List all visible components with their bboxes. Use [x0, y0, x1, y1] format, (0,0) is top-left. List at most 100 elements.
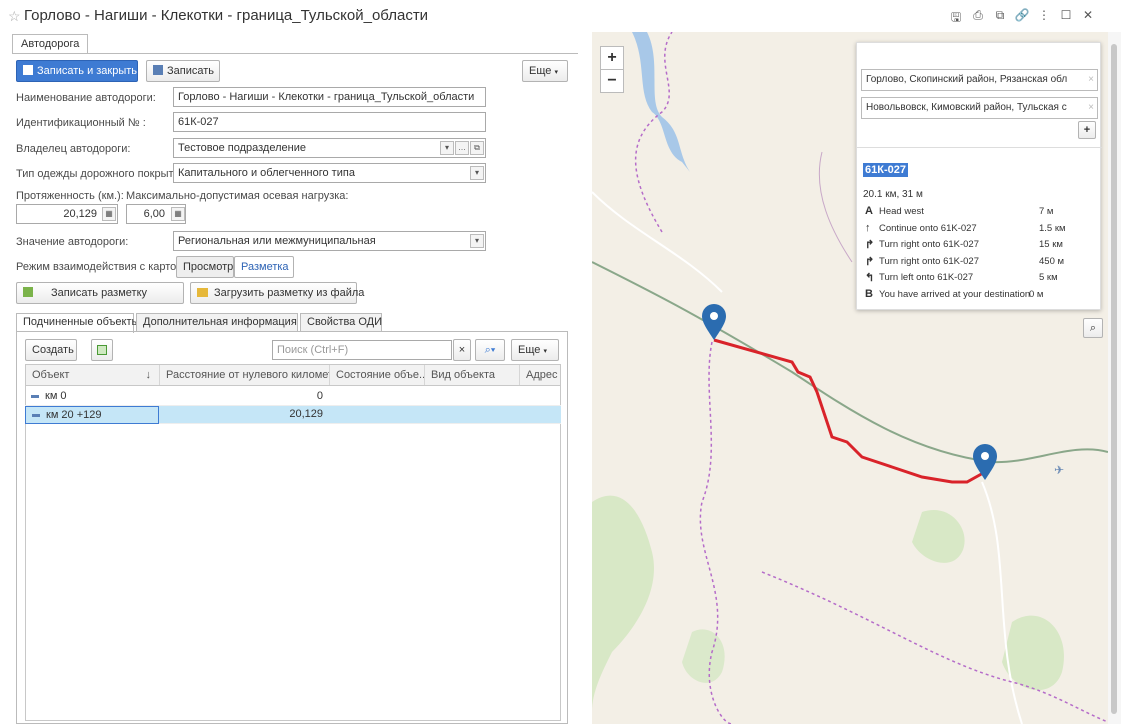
end-marker [973, 444, 997, 480]
col-distance[interactable]: Расстояние от нулевого километра [160, 365, 330, 385]
forest-area [682, 629, 725, 683]
turn-right-icon: ↱ [865, 239, 875, 251]
row-distance: 20,129 [289, 408, 323, 420]
route-step[interactable]: ↱ Turn right onto 61K-027 15 км [865, 238, 1097, 255]
tab-road[interactable]: Автодорога [12, 34, 89, 54]
mode-markup-button[interactable]: Разметка [234, 256, 294, 278]
scrollbar[interactable] [1108, 32, 1121, 724]
col-object-label: Объект [32, 369, 70, 381]
id-label: Идентификационный № : [16, 117, 146, 129]
scrollbar-thumb[interactable] [1111, 44, 1117, 714]
search-icon: ⌕ [1089, 322, 1097, 334]
table-row-selected[interactable]: км 20 +129 20,129 [25, 406, 561, 424]
owner-open-icon[interactable]: ⧉ [470, 141, 484, 155]
forest-area [912, 510, 965, 563]
tab-additional-info[interactable]: Дополнительная информация [136, 313, 298, 332]
save-label: Записать [167, 65, 215, 77]
save-markup-button[interactable]: Записать разметку [16, 282, 184, 304]
tab-odi-properties[interactable]: Свойства ОДИ [300, 313, 382, 332]
road-line [981, 481, 1023, 724]
close-icon[interactable]: × [1088, 70, 1094, 90]
link-icon[interactable]: 🔗 [1014, 8, 1030, 22]
print-icon[interactable]: ⎙ [970, 8, 986, 23]
save-button[interactable]: Записать [146, 60, 220, 82]
step-text: Turn right onto 61K-027 [879, 239, 979, 250]
turn-left-icon: ↰ [865, 272, 875, 284]
grid-header: Объект ↓ Расстояние от нулевого километр… [25, 364, 561, 386]
save-close-button[interactable]: Записать и закрыть [16, 60, 138, 82]
star-icon[interactable]: ☆ [8, 8, 21, 25]
road-line [592, 191, 723, 293]
route-step[interactable]: ↑ Continue onto 61K-027 1.5 км [865, 222, 1097, 239]
load-markup-button[interactable]: Загрузить разметку из файла [190, 282, 364, 304]
route-from-value: Горлово, Скопинский район, Рязанская обл [866, 74, 1068, 85]
add-copy-button[interactable] [91, 339, 113, 361]
route-step[interactable]: ↰ Turn left onto 61K-027 5 км [865, 271, 1097, 288]
route-step[interactable]: ↱ Turn right onto 61K-027 450 м [865, 255, 1097, 272]
route-steps: A Head west 7 м ↑ Continue onto 61K-027 1.5 … [865, 205, 1097, 304]
name-field[interactable]: Горлово - Нагиши - Клекотки - граница_Ту… [173, 87, 486, 107]
mode-view-button[interactable]: Просмотр [176, 256, 234, 278]
col-object[interactable]: Объект ↓ [26, 365, 160, 385]
route-from-input[interactable]: Горлово, Скопинский район, Рязанская обл… [861, 69, 1098, 91]
close-icon[interactable]: ✕ [1080, 8, 1096, 22]
row-object: км 0 [25, 388, 159, 405]
col-type[interactable]: Вид объекта [425, 365, 520, 385]
search-icon: ⌕▾ [484, 344, 496, 356]
divider [857, 147, 1102, 148]
forest-area [592, 495, 654, 712]
row-object-label: км 0 [45, 390, 67, 402]
surface-field[interactable]: Капитального и облегченного типа [173, 163, 486, 183]
search-button[interactable]: ⌕▾ [475, 339, 505, 361]
maximize-icon[interactable]: ☐ [1058, 8, 1074, 22]
more-icon[interactable]: ⋮ [1036, 8, 1052, 22]
step-text: Continue onto 61K-027 [879, 222, 977, 234]
owner-dropdown-icon[interactable]: ▾ [440, 141, 454, 155]
table-row[interactable]: км 0 0 [25, 388, 561, 406]
tab-subordinate[interactable]: Подчиненные объекты [16, 313, 139, 333]
significance-label: Значение автодороги: [16, 236, 129, 248]
owner-value: Тестовое подразделение [178, 142, 306, 154]
admin-line [818, 151, 853, 263]
step-text: Turn right onto 61K-027 [879, 255, 979, 267]
zoom-in-button[interactable]: + [600, 46, 624, 70]
significance-dropdown-icon[interactable]: ▾ [470, 234, 484, 248]
step-distance: 0 м [1029, 288, 1044, 300]
col-state[interactable]: Состояние объе... [330, 365, 425, 385]
step-a-icon: A [865, 205, 873, 217]
create-button[interactable]: Создать [25, 339, 77, 361]
route-line [713, 338, 986, 484]
row-object: км 20 +129 [25, 406, 159, 424]
more-button[interactable]: Еще ▾ [522, 60, 568, 82]
form-panel: Автодорога Записать и закрыть Записать Е… [0, 32, 582, 724]
calculator-icon[interactable]: ▦ [171, 207, 185, 221]
map[interactable]: ✈ + − Горлово, Скопинский район, Рязанск… [592, 32, 1108, 724]
search-input[interactable]: Поиск (Ctrl+F) [272, 340, 452, 360]
col-address[interactable]: Адрес [520, 365, 562, 385]
add-waypoint-button[interactable]: + [1078, 121, 1096, 139]
row-distance: 0 [316, 390, 323, 402]
more-label: Еще [529, 65, 552, 77]
owner-label: Владелец автодороги: [16, 143, 131, 155]
close-icon[interactable]: × [1088, 98, 1094, 118]
owner-select-icon[interactable]: … [455, 141, 469, 155]
window-title: Горлово - Нагиши - Клекотки - граница_Ту… [24, 7, 429, 24]
tab-divider [12, 53, 578, 54]
significance-value: Региональная или межмуниципальная [178, 235, 376, 247]
route-step[interactable]: A Head west 7 м [865, 205, 1097, 222]
clear-search-button[interactable]: × [453, 339, 471, 361]
name-label: Наименование автодороги: [16, 92, 156, 104]
start-marker [702, 304, 726, 340]
save-close-label: Записать и закрыть [37, 65, 138, 77]
route-step[interactable]: B You have arrived at your destination 0 м [865, 288, 1097, 305]
route-to-input[interactable]: Новольвовск, Кимовский район, Тульская с… [861, 97, 1098, 119]
map-search-button[interactable]: ⌕ [1083, 318, 1103, 338]
calculator-icon[interactable]: ▦ [102, 207, 116, 221]
surface-dropdown-icon[interactable]: ▾ [470, 166, 484, 180]
grid-more-button[interactable]: Еще ▾ [511, 339, 559, 361]
save-icon[interactable]: 🖫 [948, 8, 964, 29]
id-field[interactable]: 61К-027 [173, 112, 486, 132]
preview-icon[interactable]: ⧉ [992, 8, 1008, 23]
significance-field[interactable]: Региональная или межмуниципальная [173, 231, 486, 251]
zoom-out-button[interactable]: − [600, 69, 624, 93]
